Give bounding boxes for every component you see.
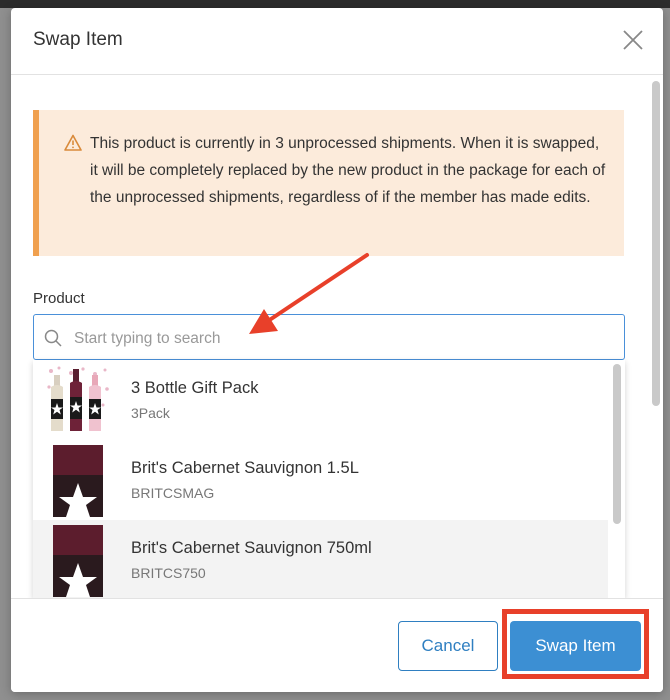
background-top-bar [0, 0, 670, 8]
dropdown-item-sku: 3Pack [131, 405, 170, 421]
dropdown-item[interactable]: 3 Bottle Gift Pack 3Pack [33, 360, 608, 440]
dropdown-scrollbar-thumb[interactable] [613, 364, 621, 524]
close-icon[interactable] [621, 28, 645, 52]
product-dropdown: 3 Bottle Gift Pack 3Pack Brit's Cabernet… [33, 360, 625, 598]
modal-title: Swap Item [33, 29, 123, 50]
dropdown-item-name: 3 Bottle Gift Pack [131, 379, 259, 397]
product-thumbnail [45, 525, 111, 597]
search-icon [44, 329, 62, 347]
dropdown-item-name: Brit's Cabernet Sauvignon 1.5L [131, 459, 359, 477]
dropdown-item-sku: BRITCSMAG [131, 485, 215, 501]
dropdown-item[interactable]: Brit's Cabernet Sauvignon 750ml BRITCS75… [33, 520, 608, 598]
swap-item-modal: Swap Item This product is currently in 3… [11, 8, 663, 692]
dropdown-item[interactable]: Brit's Cabernet Sauvignon 1.5L BRITCSMAG [33, 440, 608, 520]
modal-scrollbar-thumb[interactable] [652, 81, 660, 406]
dropdown-item-name: Brit's Cabernet Sauvignon 750ml [131, 539, 372, 557]
alert-message: This product is currently in 3 unprocess… [90, 135, 606, 206]
product-label: Product [33, 290, 85, 307]
cancel-button[interactable]: Cancel [398, 621, 498, 671]
annotation-arrow [249, 253, 369, 334]
dropdown-item-sku: BRITCS750 [131, 565, 206, 581]
modal-header: Swap Item [11, 8, 663, 75]
product-thumbnail [45, 445, 111, 517]
product-thumbnail [45, 365, 111, 437]
warning-icon [64, 134, 82, 151]
annotation-highlight-box [502, 609, 649, 679]
warning-alert: This product is currently in 3 unprocess… [33, 110, 624, 256]
